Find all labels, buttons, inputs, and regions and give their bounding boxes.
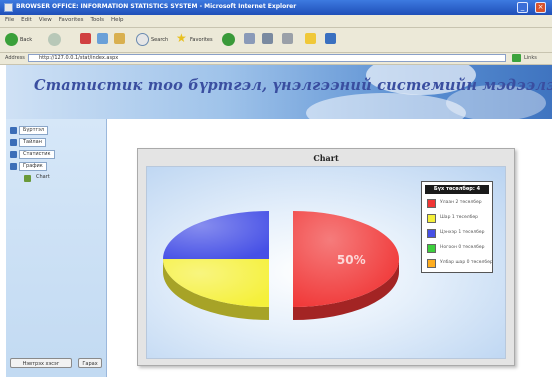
tree-item-label[interactable]: Chart: [33, 174, 53, 181]
chart-plot-area: 50% Бүх төсөлбөр: 4 Улаан 2 төсөлбөр Шар…: [146, 166, 506, 359]
pie-slice-highlight: [163, 259, 269, 307]
minimize-button[interactable]: _: [517, 2, 528, 13]
address-input[interactable]: http://127.0.0.1/stat/index.aspx: [28, 54, 506, 62]
go-button[interactable]: [512, 54, 521, 62]
tree-folder-icon: [10, 163, 17, 170]
address-bar: Address http://127.0.0.1/stat/index.aspx…: [0, 53, 552, 65]
chart-title: Chart: [313, 153, 339, 163]
back-icon[interactable]: [5, 33, 18, 46]
address-value: http://127.0.0.1/stat/index.aspx: [39, 55, 119, 61]
menu-help[interactable]: Help: [111, 17, 124, 23]
print-icon[interactable]: [282, 33, 293, 44]
menu-edit[interactable]: Edit: [21, 17, 32, 23]
tree-item-label[interactable]: Бүртгэл: [19, 126, 49, 135]
media-icon[interactable]: [222, 33, 235, 46]
favorites-star-icon[interactable]: ★: [176, 32, 188, 44]
tree-chart-icon: [24, 175, 31, 182]
menu-favorites[interactable]: Favorites: [59, 17, 84, 23]
legend-swatch: [427, 259, 436, 268]
search-label[interactable]: Search: [151, 37, 168, 43]
legend-label: Шар 1 төсөлбөр: [440, 215, 479, 220]
menu-view[interactable]: View: [39, 17, 52, 23]
legend-swatch: [427, 199, 436, 208]
chart-legend: Бүх төсөлбөр: 4 Улаан 2 төсөлбөр Шар 1 т…: [421, 181, 493, 273]
legend-title: Бүх төсөлбөр: 4: [425, 185, 489, 194]
banner-cloud: [306, 93, 466, 119]
legend-label: Улаан 2 төсөлбөр: [440, 200, 482, 205]
browser-icon: [4, 3, 13, 12]
exit-button[interactable]: Гарах: [78, 358, 102, 368]
menu-file[interactable]: File: [5, 17, 14, 23]
tree-item-label[interactable]: Статистик: [19, 150, 55, 159]
home-icon[interactable]: [114, 33, 125, 44]
legend-label: Ногоон 0 төсөлбөр: [440, 245, 485, 250]
address-label: Address: [5, 55, 25, 61]
messenger-icon[interactable]: [325, 33, 336, 44]
stop-icon[interactable]: [80, 33, 91, 44]
mail-icon[interactable]: [262, 33, 273, 44]
pie-slice-highlight: [163, 211, 269, 259]
folder-icon[interactable]: [305, 33, 316, 44]
favorites-label[interactable]: Favorites: [190, 37, 213, 43]
pie-slice-1: [163, 259, 269, 320]
legend-item-3: Ногоон 0 төсөлбөр: [427, 242, 491, 254]
search-icon[interactable]: [136, 33, 149, 46]
tree-folder-icon: [10, 139, 17, 146]
close-button[interactable]: ×: [535, 2, 546, 13]
tree-folder-icon: [10, 151, 17, 158]
legend-swatch: [427, 229, 436, 238]
tree-folder-icon: [10, 127, 17, 134]
pie-value-label: 50%: [337, 253, 366, 267]
tree-item-label[interactable]: Тайлан: [19, 138, 46, 147]
window-titlebar: BROWSER OFFICE: INFORMATION STATISTICS S…: [0, 0, 552, 15]
pie-slice-2: [163, 211, 269, 259]
legend-item-4: Улбар шар 0 төсөлбөр: [427, 257, 493, 269]
refresh-icon[interactable]: [97, 33, 108, 44]
tree-item-label[interactable]: График: [19, 162, 47, 171]
links-label[interactable]: Links: [524, 55, 537, 61]
banner-title: Статистик тоо бүртгэл, үнэлгээний систем…: [34, 77, 552, 94]
legend-item-0: Улаан 2 төсөлбөр: [427, 197, 491, 209]
back-label[interactable]: Back: [20, 37, 32, 43]
legend-label: Улбар шар 0 төсөлбөр: [440, 260, 493, 265]
login-section-button[interactable]: Нэвтрэх хэсэг: [10, 358, 72, 368]
menu-bar: File Edit View Favorites Tools Help: [0, 15, 552, 28]
legend-swatch: [427, 244, 436, 253]
window-title: BROWSER OFFICE: INFORMATION STATISTICS S…: [16, 3, 297, 10]
browser-toolbar: Back Search ★ Favorites: [0, 28, 552, 53]
legend-label: Цэнхэр 1 төсөлбөр: [440, 230, 485, 235]
legend-item-1: Шар 1 төсөлбөр: [427, 212, 491, 224]
legend-swatch: [427, 214, 436, 223]
history-icon[interactable]: [244, 33, 255, 44]
legend-item-2: Цэнхэр 1 төсөлбөр: [427, 227, 491, 239]
menu-tools[interactable]: Tools: [90, 17, 104, 23]
left-nav-panel: Бүртгэл Тайлан Статистик График Chart: [6, 119, 107, 377]
chart-panel: Chart 50% Бүх төсөлбөр: 4 Улаан 2 төсөлб…: [137, 148, 515, 366]
site-banner: Статистик тоо бүртгэл, үнэлгээний систем…: [6, 65, 552, 119]
forward-icon[interactable]: [48, 33, 61, 46]
